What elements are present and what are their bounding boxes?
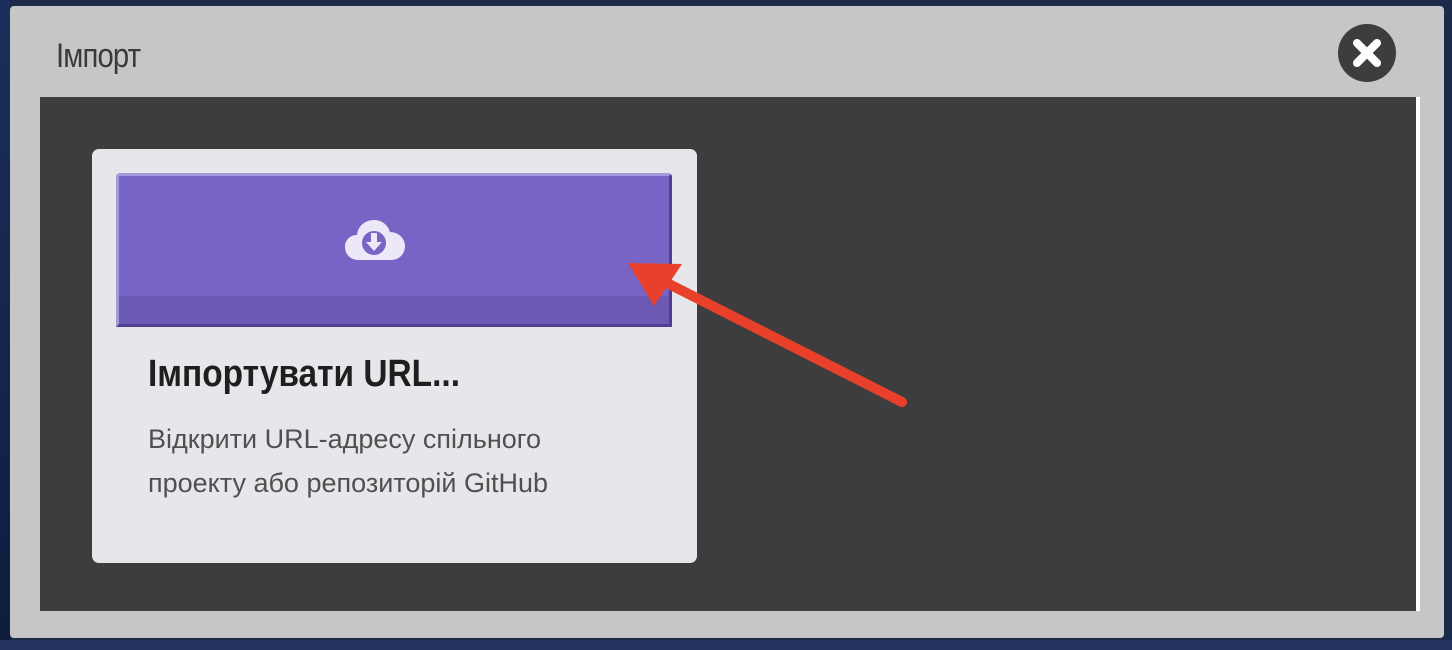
close-icon bbox=[1353, 39, 1381, 67]
card-banner[interactable] bbox=[116, 173, 672, 327]
card-title: Імпортувати URL... bbox=[148, 353, 460, 395]
card-description-line-1: Відкрити URL-адресу спільного bbox=[148, 424, 542, 454]
background-edge bbox=[0, 0, 10, 650]
banner-shade bbox=[119, 296, 669, 324]
dialog-body: Імпортувати URL... Відкрити URL-адресу с… bbox=[40, 97, 1420, 611]
dialog-title: Імпорт bbox=[56, 37, 141, 75]
close-button[interactable] bbox=[1338, 24, 1396, 82]
import-dialog: Імпорт Імпортувати URL... Відкрити URL-а… bbox=[10, 6, 1444, 638]
card-description-line-2: проекту або репозиторій GitHub bbox=[148, 468, 548, 498]
import-url-card[interactable]: Імпортувати URL... Відкрити URL-адресу с… bbox=[92, 149, 697, 563]
background-edge-bottom bbox=[0, 640, 1452, 650]
cloud-download-icon bbox=[345, 220, 405, 260]
card-description: Відкрити URL-адресу спільного проекту аб… bbox=[148, 417, 658, 505]
